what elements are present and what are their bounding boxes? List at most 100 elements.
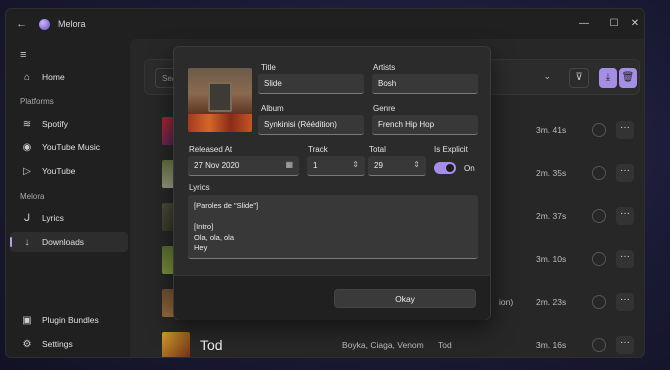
filter-icon: ⊽ <box>575 72 583 83</box>
artists-label: Artists <box>373 63 396 72</box>
track-label: Track <box>308 145 328 154</box>
sidebar-item-youtube[interactable]: ▷ YouTube <box>10 161 128 181</box>
explicit-state: On <box>464 164 475 173</box>
total-tracks-stepper[interactable]: 29 ⇕ <box>368 156 426 176</box>
plugin-icon: ▣ <box>22 314 32 326</box>
youtube-music-icon: ◉ <box>22 141 32 153</box>
app-title: Melora <box>58 19 86 29</box>
more-options-button[interactable]: ··· <box>616 164 634 182</box>
track-duration: 3m. 16s <box>536 340 567 350</box>
section-header-melora: Melora <box>20 192 45 201</box>
album-field[interactable]: Synkinisi (Réédition) <box>258 115 364 135</box>
title-label: Title <box>261 63 276 72</box>
trash-icon: 🗑 <box>621 72 635 83</box>
release-date-picker[interactable]: 27 Nov 2020 ▦ <box>188 156 299 176</box>
row-checkbox[interactable] <box>592 338 606 352</box>
chevron-down-icon: ⌄ <box>543 71 551 81</box>
genre-field[interactable]: French Hip Hop <box>372 115 478 135</box>
sidebar-item-label: Home <box>42 72 65 82</box>
track-duration: 2m. 23s <box>536 297 567 307</box>
lyrics-line <box>194 212 472 223</box>
sidebar-item-downloads[interactable]: ↓ Downloads <box>10 232 128 252</box>
track-genre: ion) <box>499 297 514 307</box>
row-checkbox[interactable] <box>592 252 606 266</box>
track-title: Tod <box>200 337 223 353</box>
lyrics-textarea[interactable]: [Paroles de "Slide"] [Intro] Ola, ola, o… <box>188 195 478 259</box>
track-duration: 3m. 41s <box>536 125 567 135</box>
menu-icon[interactable]: ≡ <box>20 49 26 61</box>
lyrics-icon: ᒍ <box>23 212 31 224</box>
track-number-value: 1 <box>313 161 318 170</box>
download-icon: ⤓ <box>605 72 611 83</box>
album-label: Album <box>261 104 284 113</box>
title-bar: ← Melora — ☐ ✕ <box>6 9 644 39</box>
more-options-button[interactable]: ··· <box>616 336 634 354</box>
lyrics-line: [Intro] <box>194 222 214 231</box>
sort-dropdown[interactable]: ⌄ <box>507 68 557 88</box>
track-duration: 2m. 35s <box>536 168 567 178</box>
track-number-stepper[interactable]: 1 ⇕ <box>307 156 365 176</box>
download-button[interactable]: ⤓ <box>599 68 617 88</box>
stepper-icon: ⇕ <box>413 160 420 169</box>
title-field[interactable]: Slide <box>258 74 364 94</box>
more-options-button[interactable]: ··· <box>616 293 634 311</box>
row-checkbox[interactable] <box>592 209 606 223</box>
more-options-button[interactable]: ··· <box>616 121 634 139</box>
sidebar-item-label: Downloads <box>42 237 85 247</box>
track-genre: Tod <box>438 340 452 350</box>
lyrics-label: Lyrics <box>189 183 210 192</box>
back-icon[interactable]: ← <box>16 17 30 31</box>
track-artists: Boyka, Ciaga, Venom <box>342 340 424 350</box>
sidebar-item-spotify[interactable]: ≋ Spotify <box>10 114 128 134</box>
total-label: Total <box>369 145 386 154</box>
released-label: Released At <box>189 145 233 154</box>
sidebar-item-youtube-music[interactable]: ◉ YouTube Music <box>10 137 128 157</box>
okay-button[interactable]: Okay <box>334 289 476 308</box>
table-row[interactable]: Tod Boyka, Ciaga, Venom Tod 3m. 16s ··· <box>144 326 640 357</box>
gear-icon: ⚙ <box>22 338 32 350</box>
lyrics-line: Hey <box>194 243 208 252</box>
sidebar: ≡ ⌂ Home Platforms ≋ Spotify ◉ YouTube M… <box>6 39 130 357</box>
minimize-button[interactable]: — <box>577 18 591 29</box>
total-tracks-value: 29 <box>374 161 383 170</box>
explicit-toggle[interactable] <box>434 162 456 174</box>
sidebar-item-label: YouTube <box>42 166 76 176</box>
sidebar-item-label: Settings <box>42 339 73 349</box>
edit-track-dialog: Title Slide Artists Bosh Album Synkinisi… <box>173 46 491 320</box>
more-options-button[interactable]: ··· <box>616 207 634 225</box>
spotify-icon: ≋ <box>22 118 32 130</box>
row-checkbox[interactable] <box>592 166 606 180</box>
delete-button[interactable]: 🗑 <box>619 68 637 88</box>
calendar-icon: ▦ <box>285 160 293 169</box>
sidebar-item-plugin-bundles[interactable]: ▣ Plugin Bundles <box>10 310 128 330</box>
track-duration: 3m. 10s <box>536 254 567 264</box>
download-icon: ↓ <box>24 236 30 248</box>
stepper-icon: ⇕ <box>352 160 359 169</box>
more-options-button[interactable]: ··· <box>616 250 634 268</box>
youtube-icon: ▷ <box>23 165 31 177</box>
maximize-button[interactable]: ☐ <box>607 18 621 29</box>
sidebar-item-label: Spotify <box>42 119 68 129</box>
sidebar-item-label: Lyrics <box>42 213 64 223</box>
close-button[interactable]: ✕ <box>628 18 642 29</box>
track-duration: 2m. 37s <box>536 211 567 221</box>
section-header-platforms: Platforms <box>20 97 54 106</box>
row-checkbox[interactable] <box>592 295 606 309</box>
sidebar-item-label: YouTube Music <box>42 142 100 152</box>
sidebar-item-lyrics[interactable]: ᒍ Lyrics <box>10 208 128 228</box>
sidebar-item-settings[interactable]: ⚙ Settings <box>10 334 128 354</box>
row-checkbox[interactable] <box>592 123 606 137</box>
artists-field[interactable]: Bosh <box>372 74 478 94</box>
track-thumbnail <box>162 332 190 357</box>
dialog-footer: Okay <box>174 275 490 320</box>
album-cover <box>188 68 252 132</box>
app-logo-icon <box>39 19 50 30</box>
sidebar-item-home[interactable]: ⌂ Home <box>10 67 128 87</box>
genre-label: Genre <box>373 104 396 113</box>
home-icon: ⌂ <box>23 71 31 83</box>
explicit-label: Is Explicit <box>434 145 468 154</box>
lyrics-line: [Paroles de "Slide"] <box>194 201 259 210</box>
release-date-value: 27 Nov 2020 <box>194 161 240 170</box>
sidebar-item-label: Plugin Bundles <box>42 315 99 325</box>
filter-button[interactable]: ⊽ <box>569 68 589 88</box>
